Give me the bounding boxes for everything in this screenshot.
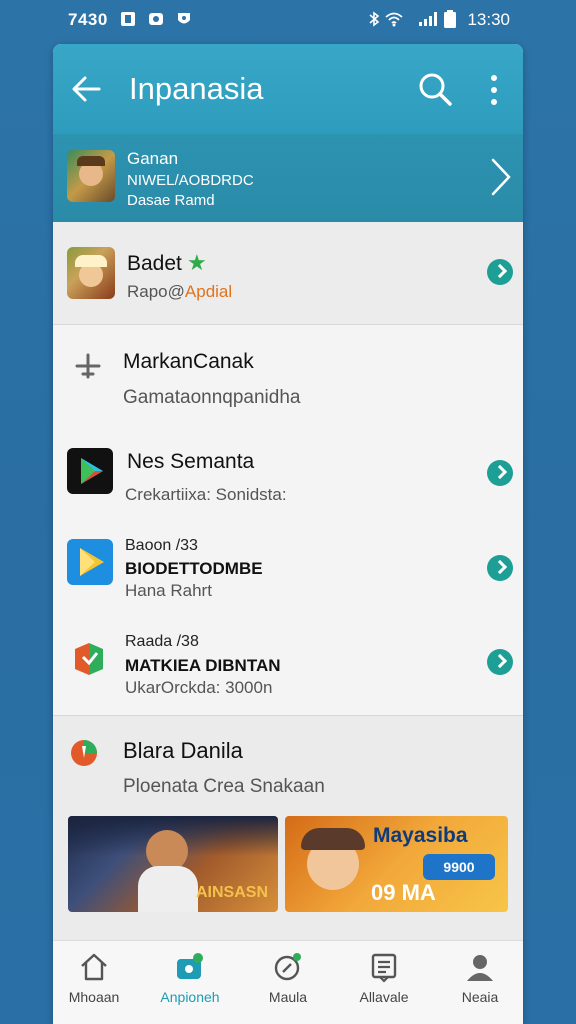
section-logo-icon bbox=[71, 740, 97, 766]
airplane-icon bbox=[75, 353, 101, 379]
list-item[interactable]: Badet ★ Rapo@Apdial bbox=[53, 222, 523, 325]
list-item[interactable]: Raada /38 MATKIEA DIBNTAN UkarOrckda: 30… bbox=[53, 617, 523, 715]
banner-title: Ganan bbox=[127, 149, 179, 168]
list-item[interactable]: Baoon /33 BIODETTODMBE Hana Rahrt bbox=[53, 521, 523, 617]
promo-amount: 09 MA bbox=[371, 880, 436, 905]
more-options-icon[interactable] bbox=[483, 72, 505, 108]
list-item[interactable]: Nes Semanta Crekartiixa: Sonidsta: bbox=[53, 425, 523, 521]
nav-label: Neaia bbox=[461, 989, 499, 1005]
section-title: Blara Danila bbox=[123, 738, 243, 763]
featured-banner[interactable]: Ganan NIWEL/AOBDRDC Dasae Ramd bbox=[53, 134, 523, 222]
shield-icon bbox=[178, 13, 190, 24]
wifi-icon bbox=[385, 12, 403, 27]
list-icon bbox=[371, 953, 397, 983]
open-button[interactable] bbox=[487, 259, 513, 285]
banner-subtitle: NIWEL/AOBDRDC bbox=[127, 172, 254, 189]
game-thumbnail bbox=[67, 247, 115, 299]
battery-icon bbox=[444, 10, 456, 28]
nav-label: Anpioneh bbox=[160, 989, 220, 1005]
open-button[interactable] bbox=[487, 460, 513, 486]
bottom-navigation: Mhoaan Anpioneh Maula Allavale Neaia bbox=[53, 940, 523, 1024]
item-subtitle: Hana Rahrt bbox=[125, 581, 212, 600]
status-bar: 7430 13:30 bbox=[0, 0, 576, 40]
promo-caption: AINSASN bbox=[195, 884, 268, 901]
item-title: Badet bbox=[127, 252, 182, 275]
page-title: Inpanasia bbox=[129, 71, 264, 106]
item-subtitle: UkarOrckda: 3000n bbox=[125, 678, 273, 697]
bluetooth-icon bbox=[369, 11, 380, 27]
search-icon[interactable] bbox=[417, 71, 453, 107]
nav-home[interactable]: Mhoaan bbox=[53, 951, 135, 1017]
profile-icon bbox=[467, 955, 493, 981]
promo-card[interactable]: AINSASN bbox=[68, 816, 278, 912]
nav-apps[interactable]: Anpioneh bbox=[149, 951, 231, 1017]
item-subtitle: Gamataonnqpanidha bbox=[123, 387, 301, 408]
main-card: Inpanasia Ganan NIWEL/AOBDRDC Dasae Ramd… bbox=[53, 44, 523, 1024]
item-subtitle: Rapo@Apdial bbox=[127, 282, 233, 301]
item-subtitle: Crekartiixa: Sonidsta: bbox=[125, 485, 287, 504]
home-icon bbox=[81, 953, 107, 981]
promo-title: Mayasiba bbox=[373, 824, 468, 847]
section-subtitle: Ploenata Crea Snakaan bbox=[123, 776, 325, 797]
nav-label: Maula bbox=[268, 989, 308, 1005]
status-time-right: 13:30 bbox=[467, 10, 510, 29]
photo-icon bbox=[149, 13, 163, 25]
signal-icon bbox=[419, 12, 437, 26]
list-item[interactable]: MarkanCanak Gamataonnqpanidha bbox=[53, 325, 523, 425]
apps-icon bbox=[177, 953, 203, 979]
games-icon bbox=[274, 953, 301, 981]
open-button[interactable] bbox=[487, 649, 513, 675]
notification-icon bbox=[121, 12, 135, 26]
nav-list[interactable]: Allavale bbox=[343, 951, 425, 1017]
nav-profile[interactable]: Neaia bbox=[439, 951, 521, 1017]
game-thumbnail bbox=[67, 150, 115, 202]
nav-label: Allavale bbox=[359, 989, 409, 1005]
item-title: Nes Semanta bbox=[127, 450, 255, 473]
status-time-left: 7430 bbox=[68, 10, 108, 29]
character-hat bbox=[301, 828, 365, 850]
nav-label: Mhoaan bbox=[68, 989, 120, 1005]
play-store-icon bbox=[67, 539, 113, 585]
star-icon: ★ bbox=[187, 250, 207, 275]
item-version: Baoon /33 bbox=[125, 537, 198, 554]
back-arrow-icon[interactable] bbox=[69, 72, 103, 106]
item-version: Raada /38 bbox=[125, 633, 199, 650]
play-store-icon bbox=[67, 448, 113, 494]
nav-games[interactable]: Maula bbox=[247, 951, 329, 1017]
promo-button[interactable]: 9900 bbox=[423, 854, 495, 880]
item-title: MarkanCanak bbox=[123, 350, 254, 373]
item-title: BIODETTODMBE bbox=[125, 559, 263, 578]
app-logo-icon bbox=[75, 643, 103, 675]
banner-caption: Dasae Ramd bbox=[127, 192, 215, 209]
character-body bbox=[138, 866, 198, 912]
promo-card[interactable]: Mayasiba 9900 09 MA bbox=[285, 816, 508, 912]
chevron-right-icon bbox=[491, 158, 511, 196]
item-title: MATKIEA DIBNTAN bbox=[125, 656, 281, 675]
app-bar: Inpanasia bbox=[53, 44, 523, 134]
open-button[interactable] bbox=[487, 555, 513, 581]
